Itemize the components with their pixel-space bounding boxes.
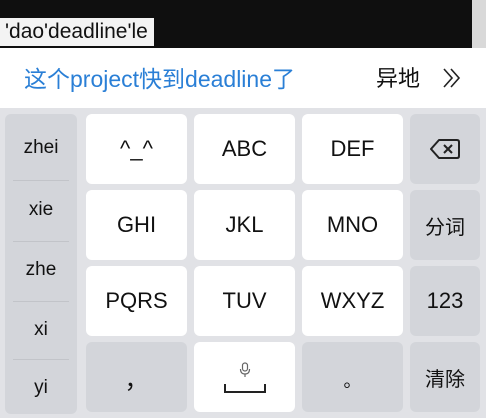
period-label: 。: [343, 371, 362, 391]
pinyin-candidate-list[interactable]: zhei xie zhe xi yi: [5, 114, 77, 414]
clear-button[interactable]: 清除: [410, 342, 480, 412]
key-ghi-label: GHI: [116, 212, 157, 237]
key-tuv[interactable]: TUV: [194, 266, 295, 336]
key-abc-label: ABC: [221, 136, 268, 161]
composing-text: 'dao'deadline'le: [0, 18, 154, 46]
key-pqrs[interactable]: PQRS: [86, 266, 187, 336]
candidate-primary[interactable]: 这个project快到deadline了: [24, 48, 295, 108]
clear-label: 清除: [425, 368, 465, 391]
key-ghi[interactable]: GHI: [86, 190, 187, 260]
microphone-icon: [239, 362, 250, 377]
pinyin-item[interactable]: zhei: [5, 120, 77, 176]
backspace-icon: [430, 139, 460, 159]
segment-label: 分词: [425, 216, 465, 239]
key-jkl-label: JKL: [225, 212, 264, 237]
segment-button[interactable]: 分词: [410, 190, 480, 260]
expand-candidates-button[interactable]: [432, 56, 472, 100]
pinyin-item[interactable]: yi: [5, 360, 77, 414]
comma-key[interactable]: ，: [86, 342, 187, 412]
pinyin-divider: [13, 180, 69, 181]
double-chevron-right-icon: [443, 68, 461, 88]
key-tuv-label: TUV: [222, 288, 267, 313]
key-abc[interactable]: ABC: [194, 114, 295, 184]
candidate-next-clip: 异地: [376, 48, 424, 108]
key-def-label: DEF: [330, 136, 375, 161]
candidate-next[interactable]: 异地: [376, 48, 420, 108]
space-key[interactable]: [194, 342, 295, 412]
pinyin-item[interactable]: xi: [5, 302, 77, 358]
candidate-bar: 这个project快到deadline了 异地: [0, 48, 486, 108]
comma-label: ，: [124, 366, 149, 394]
pinyin-item[interactable]: zhe: [5, 242, 77, 298]
t9-keyboard: zhei xie zhe xi yi ^_^ ABC DEF GHI JKL M…: [0, 108, 486, 418]
key-def[interactable]: DEF: [302, 114, 403, 184]
number-mode-label: 123: [426, 288, 464, 313]
period-key[interactable]: 。: [302, 342, 403, 412]
pinyin-item[interactable]: xie: [5, 182, 77, 238]
key-wxyz-label: WXYZ: [320, 288, 385, 313]
top-edge-bar: [472, 0, 486, 48]
key-mno-label: MNO: [326, 212, 379, 237]
composing-strip: 'dao'deadline'le: [0, 0, 486, 48]
space-bar-icon: [223, 384, 266, 393]
key-emoticon-label: ^_^: [120, 136, 153, 161]
key-pqrs-label: PQRS: [105, 288, 168, 313]
key-emoticon[interactable]: ^_^: [86, 114, 187, 184]
backspace-button[interactable]: [410, 114, 480, 184]
key-mno[interactable]: MNO: [302, 190, 403, 260]
key-jkl[interactable]: JKL: [194, 190, 295, 260]
number-mode-button[interactable]: 123: [410, 266, 480, 336]
key-wxyz[interactable]: WXYZ: [302, 266, 403, 336]
